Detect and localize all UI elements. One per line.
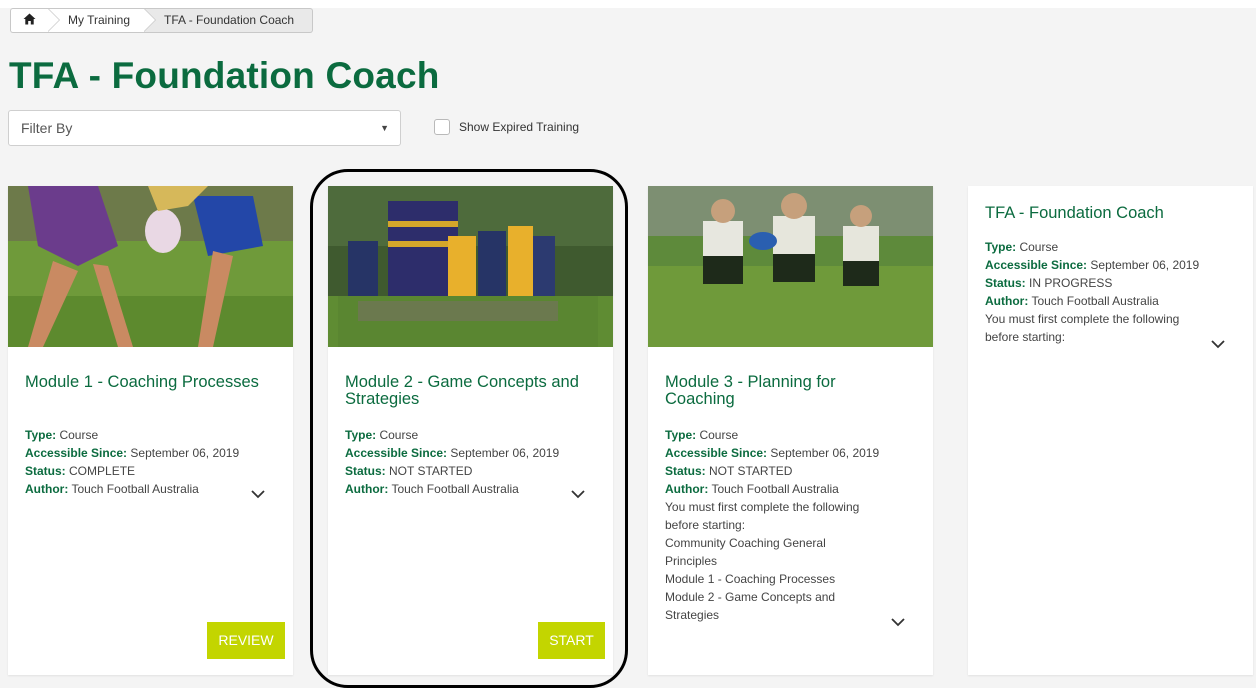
show-expired-checkbox[interactable] xyxy=(434,119,450,135)
summary-meta: Type: Course Accessible Since: September… xyxy=(985,240,1200,344)
chevron-down-icon[interactable] xyxy=(250,488,266,500)
page-title: TFA - Foundation Coach xyxy=(9,55,440,96)
module-meta: Type: Course Accessible Since: September… xyxy=(665,428,880,622)
home-icon xyxy=(23,13,36,25)
chevron-down-icon[interactable] xyxy=(890,616,906,628)
module-meta: Type: Course Accessible Since: September… xyxy=(345,428,560,496)
prereq-item: Community Coaching General Principles xyxy=(665,536,826,568)
breadcrumb-my-training[interactable]: My Training xyxy=(48,8,157,33)
module-1-image xyxy=(8,186,293,347)
prereq-item: Module 1 - Coaching Processes xyxy=(665,572,836,586)
show-expired-toggle: Show Expired Training xyxy=(434,119,579,135)
module-3-image xyxy=(648,186,933,347)
module-title[interactable]: Module 2 - Game Concepts and Strategies xyxy=(345,374,580,408)
module-card-1: Module 1 - Coaching Processes Type: Cour… xyxy=(8,186,293,675)
breadcrumb-label: My Training xyxy=(68,13,131,27)
top-strip xyxy=(0,0,1256,8)
course-summary-panel: TFA - Foundation Coach Type: Course Acce… xyxy=(968,186,1253,675)
module-meta: Type: Course Accessible Since: September… xyxy=(25,428,240,496)
filter-value: Filter By xyxy=(21,120,73,136)
module-title[interactable]: Module 3 - Planning for Coaching xyxy=(665,374,900,408)
module-card-2: Module 2 - Game Concepts and Strategies … xyxy=(328,186,613,675)
chevron-down-icon[interactable] xyxy=(1210,338,1226,350)
show-expired-label[interactable]: Show Expired Training xyxy=(459,120,579,134)
breadcrumb-label: TFA - Foundation Coach xyxy=(164,13,295,27)
caret-down-icon: ▼ xyxy=(380,123,389,133)
module-2-image xyxy=(328,186,613,347)
breadcrumb: My Training TFA - Foundation Coach xyxy=(10,8,314,33)
breadcrumb-home[interactable] xyxy=(10,8,60,33)
start-button[interactable]: START xyxy=(538,622,605,659)
summary-title: TFA - Foundation Coach xyxy=(985,204,1164,222)
prereq-item: Module 2 - Game Concepts and Strategies xyxy=(665,590,836,622)
breadcrumb-current: TFA - Foundation Coach xyxy=(144,8,314,33)
module-title[interactable]: Module 1 - Coaching Processes xyxy=(25,374,260,391)
prereq-note: You must first complete the following be… xyxy=(665,500,860,532)
chevron-down-icon[interactable] xyxy=(570,488,586,500)
filter-dropdown[interactable]: Filter By ▼ xyxy=(8,110,401,146)
review-button[interactable]: REVIEW xyxy=(207,622,285,659)
prereq-note: You must first complete the following be… xyxy=(985,312,1180,344)
module-card-3: Module 3 - Planning for Coaching Type: C… xyxy=(648,186,933,675)
